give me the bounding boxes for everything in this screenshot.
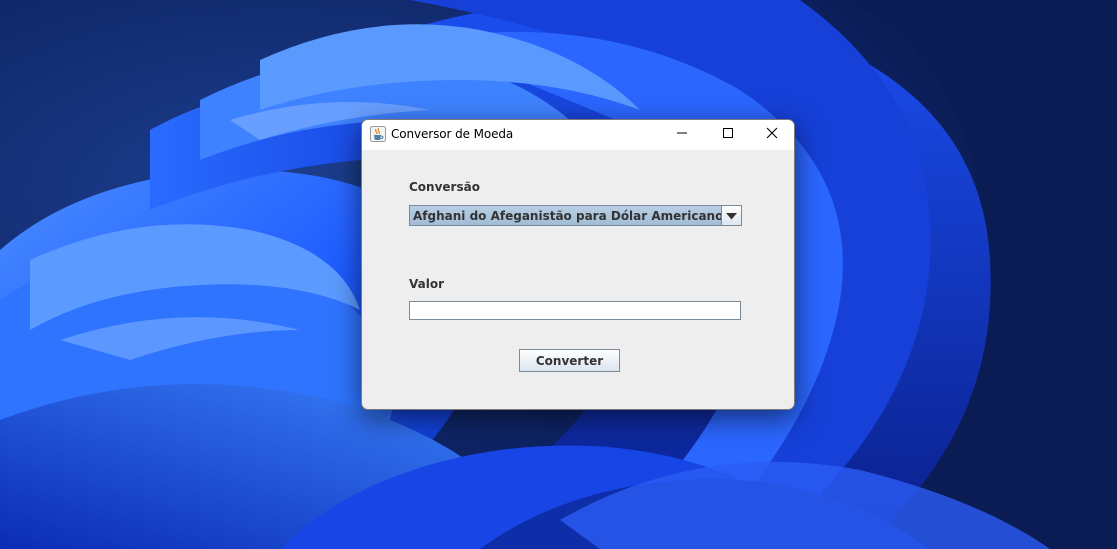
conversion-label: Conversão — [409, 180, 480, 194]
maximize-button[interactable] — [705, 120, 751, 150]
window-content: Conversão Afghani do Afeganistão para Dó… — [362, 150, 794, 409]
chevron-down-icon — [726, 207, 737, 225]
app-window: Conversor de Moeda Conversão Afghani do … — [361, 119, 795, 410]
desktop: Conversor de Moeda Conversão Afghani do … — [0, 0, 1117, 549]
maximize-icon — [722, 126, 734, 144]
title-bar[interactable]: Conversor de Moeda — [362, 120, 794, 150]
minimize-icon — [676, 126, 688, 144]
java-coffee-cup-icon — [370, 126, 386, 142]
minimize-button[interactable] — [659, 120, 705, 150]
close-button[interactable] — [749, 120, 794, 150]
conversion-select-value: Afghani do Afeganistão para Dólar Americ… — [413, 209, 724, 223]
convert-button[interactable]: Converter — [519, 349, 620, 372]
value-input[interactable] — [409, 301, 741, 320]
close-icon — [766, 126, 778, 144]
conversion-select[interactable]: Afghani do Afeganistão para Dólar Americ… — [409, 205, 742, 226]
value-label: Valor — [409, 277, 445, 291]
window-title: Conversor de Moeda — [391, 127, 514, 141]
select-arrow-button[interactable] — [721, 206, 741, 225]
